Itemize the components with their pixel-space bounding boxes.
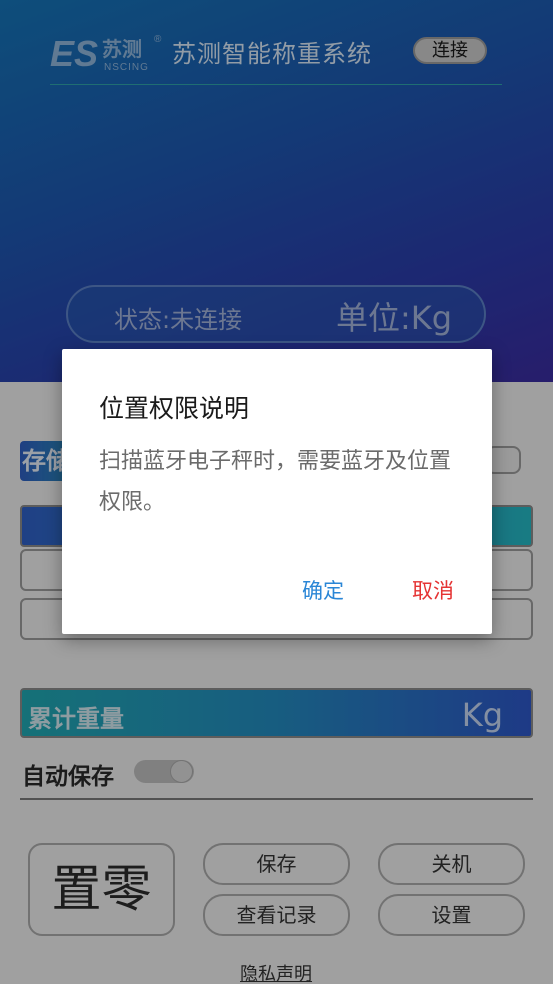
dialog-message: 扫描蓝牙电子秤时，需要蓝牙及位置权限。: [99, 449, 452, 515]
dialog-title: 位置权限说明: [99, 394, 250, 423]
cancel-button[interactable]: 取消: [412, 575, 454, 605]
permission-dialog: 位置权限说明 扫描蓝牙电子秤时，需要蓝牙及位置权限。 确定 取消: [62, 349, 492, 634]
confirm-button[interactable]: 确定: [302, 575, 344, 605]
